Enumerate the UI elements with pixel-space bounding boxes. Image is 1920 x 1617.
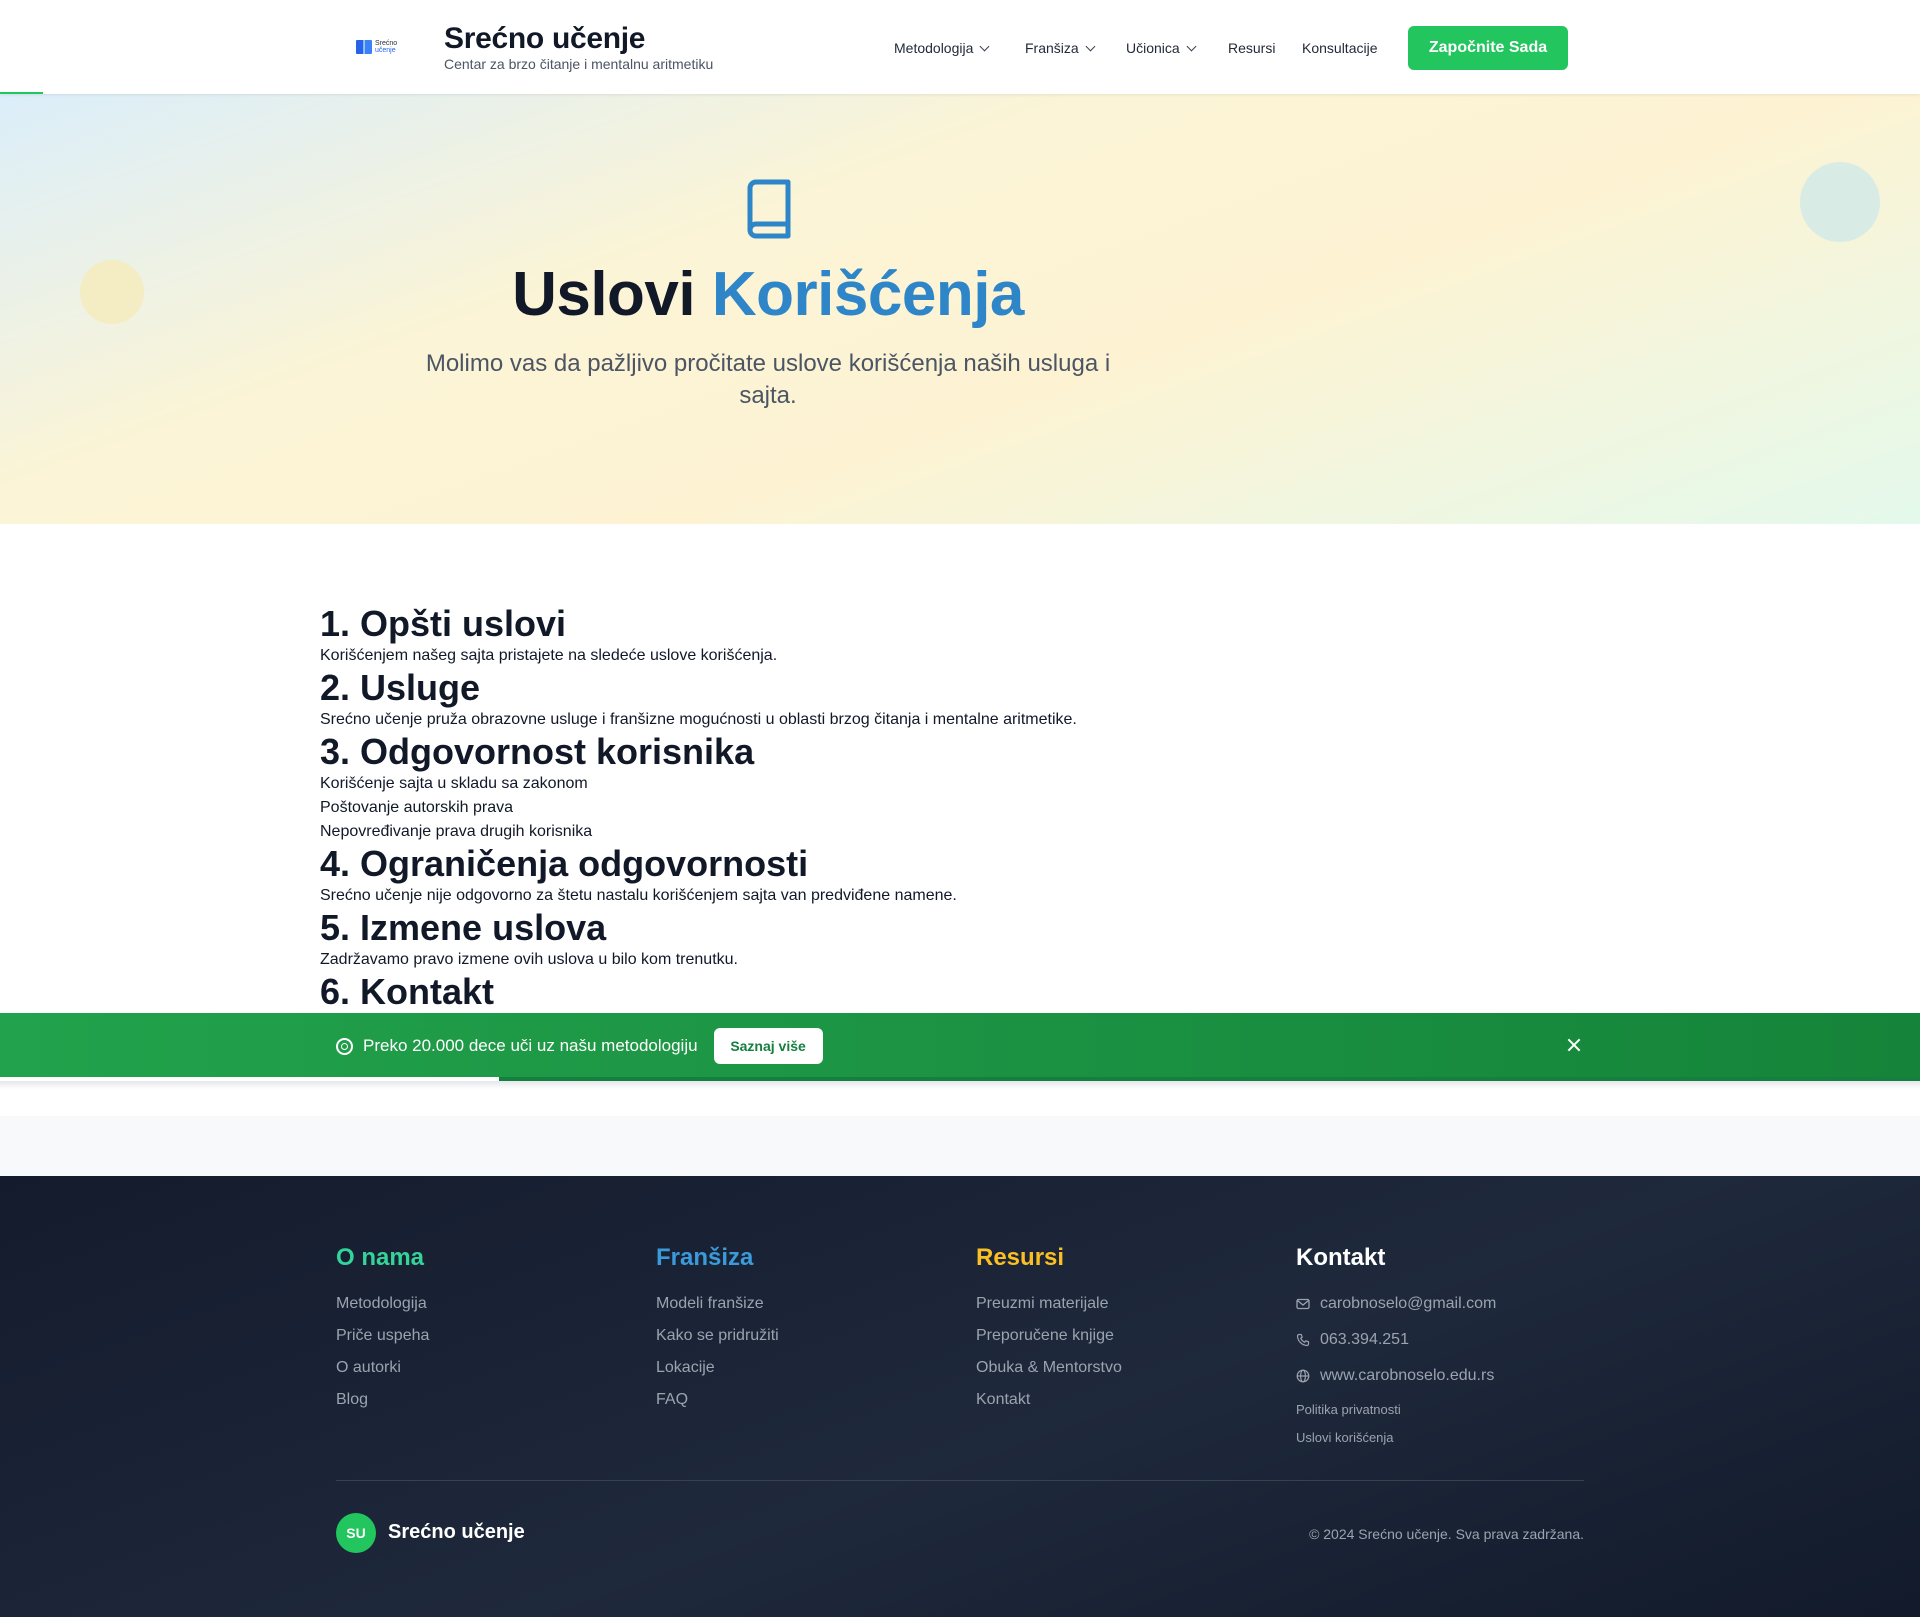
footer-col-resources: Resursi Preuzmi materijale Preporučene k… xyxy=(976,1244,1122,1422)
chevron-down-icon xyxy=(979,41,990,51)
list-item: Nepovređivanje prava drugih korisnika xyxy=(320,823,593,840)
section-text: Srećno učenje pruža obrazovne usluge i f… xyxy=(320,711,1077,728)
section-text: Korišćenjem našeg sajta pristajete na sl… xyxy=(320,647,778,664)
footer-col-franchise: Franšiza Modeli franšize Kako se pridruž… xyxy=(656,1244,779,1422)
section-title: 2. Usluge xyxy=(320,667,481,708)
globe-icon xyxy=(1296,1369,1310,1383)
banner-shadow xyxy=(0,1081,1920,1089)
footer-link[interactable]: FAQ xyxy=(656,1390,779,1410)
footer-link[interactable]: Preporučene knjige xyxy=(976,1326,1122,1346)
copyright: © 2024 Srećno učenje. Sva prava zadržana… xyxy=(1309,1526,1584,1542)
banner-progress-fill xyxy=(0,1077,500,1081)
footer-link[interactable]: O autorki xyxy=(336,1358,429,1378)
logo-book-icon xyxy=(356,40,372,54)
footer-link[interactable]: Kako se pridružiti xyxy=(656,1326,779,1346)
footer-link[interactable]: Metodologija xyxy=(336,1294,429,1314)
brand-subtitle: Centar za brzo čitanje i mentalnu aritme… xyxy=(444,56,714,72)
footer-link[interactable]: Blog xyxy=(336,1390,429,1410)
learn-more-button[interactable]: Saznaj više xyxy=(713,1028,823,1064)
footer-link[interactable]: Preuzmi materijale xyxy=(976,1294,1122,1314)
start-now-button[interactable]: Započnite Sada xyxy=(1408,26,1568,70)
footer-logo-badge: SU xyxy=(336,1513,376,1553)
logo[interactable]: Srećno učenje xyxy=(356,38,412,56)
footer-heading: Kontakt xyxy=(1296,1244,1386,1271)
contact-website[interactable]: www.carobnoselo.edu.rs xyxy=(1296,1366,1496,1386)
section-text: Srećno učenje nije odgovorno za štetu na… xyxy=(320,887,957,904)
footer-brand: Srećno učenje xyxy=(388,1521,525,1543)
footer-col-about: O nama Metodologija Priče uspeha O autor… xyxy=(336,1244,429,1422)
footer-link[interactable]: Priče uspeha xyxy=(336,1326,429,1346)
site-footer: O nama Metodologija Priče uspeha O autor… xyxy=(0,1176,1920,1617)
nav-konsultacije[interactable]: Konsultacije xyxy=(1302,40,1378,56)
nav-metodologija[interactable]: Metodologija xyxy=(894,40,990,56)
mail-icon xyxy=(1296,1298,1310,1310)
terms-of-use-link[interactable]: Uslovi korišćenja xyxy=(1296,1430,1496,1446)
footer-col-contact: Kontakt carobnoselo@gmail.com 063.394.25… xyxy=(1296,1244,1496,1458)
section-spacer xyxy=(0,1116,1920,1176)
footer-link[interactable]: Lokacije xyxy=(656,1358,779,1378)
page-title: Uslovi Korišćenja xyxy=(512,260,1024,329)
phone-icon xyxy=(1296,1333,1310,1347)
chevron-down-icon xyxy=(1186,41,1197,51)
site-header: Srećno učenje Srećno učenje Centar za br… xyxy=(0,0,1920,94)
list-item: Korišćenje sajta u skladu sa zakonom xyxy=(320,775,588,792)
footer-divider xyxy=(336,1480,1584,1481)
footer-link[interactable]: Modeli franšize xyxy=(656,1294,779,1314)
banner-text: Preko 20.000 dece uči uz našu metodologi… xyxy=(363,1036,698,1055)
footer-heading: Resursi xyxy=(976,1244,1065,1271)
book-icon xyxy=(747,179,791,239)
nav-fransiza[interactable]: Franšiza xyxy=(1025,40,1096,56)
section-title: 5. Izmene uslova xyxy=(320,907,607,948)
contact-phone[interactable]: 063.394.251 xyxy=(1296,1330,1496,1350)
page-subtitle: Molimo vas da pažljivo pročitate uslove … xyxy=(425,350,1111,409)
brand-title[interactable]: Srećno učenje xyxy=(444,22,645,56)
list-item: Poštovanje autorskih prava xyxy=(320,799,513,816)
section-text: Zadržavamo pravo izmene ovih uslova u bi… xyxy=(320,951,738,968)
decorative-circle xyxy=(1800,162,1880,242)
footer-link[interactable]: Obuka & Mentorstvo xyxy=(976,1358,1122,1378)
footer-heading: Franšiza xyxy=(656,1244,754,1271)
target-icon xyxy=(336,1037,353,1055)
terms-content: 1. Opšti uslovi Korišćenjem našeg sajta … xyxy=(320,604,1520,1012)
hero-section: Uslovi Korišćenja Molimo vas da pažljivo… xyxy=(0,94,1920,524)
responsibility-list: Korišćenje sajta u skladu sa zakonom Poš… xyxy=(320,772,1520,844)
privacy-policy-link[interactable]: Politika privatnosti xyxy=(1296,1402,1496,1418)
scroll-progress-bar xyxy=(0,92,43,94)
banner-progress-track xyxy=(0,1077,1920,1081)
nav-resursi[interactable]: Resursi xyxy=(1228,40,1275,56)
footer-link[interactable]: Kontakt xyxy=(976,1390,1122,1410)
footer-heading: O nama xyxy=(336,1244,425,1271)
section-title: 4. Ograničenja odgovornosti xyxy=(320,843,809,884)
contact-email[interactable]: carobnoselo@gmail.com xyxy=(1296,1294,1496,1314)
section-title: 1. Opšti uslovi xyxy=(320,603,567,644)
section-title: 3. Odgovornost korisnika xyxy=(320,731,755,772)
close-icon[interactable] xyxy=(1564,1035,1584,1055)
nav-ucionica[interactable]: Učionica xyxy=(1126,40,1197,56)
chevron-down-icon xyxy=(1085,41,1096,51)
promo-banner: Preko 20.000 dece uči uz našu metodologi… xyxy=(0,1013,1920,1077)
logo-text: Srećno učenje xyxy=(375,40,398,54)
section-title: 6. Kontakt xyxy=(320,971,495,1012)
